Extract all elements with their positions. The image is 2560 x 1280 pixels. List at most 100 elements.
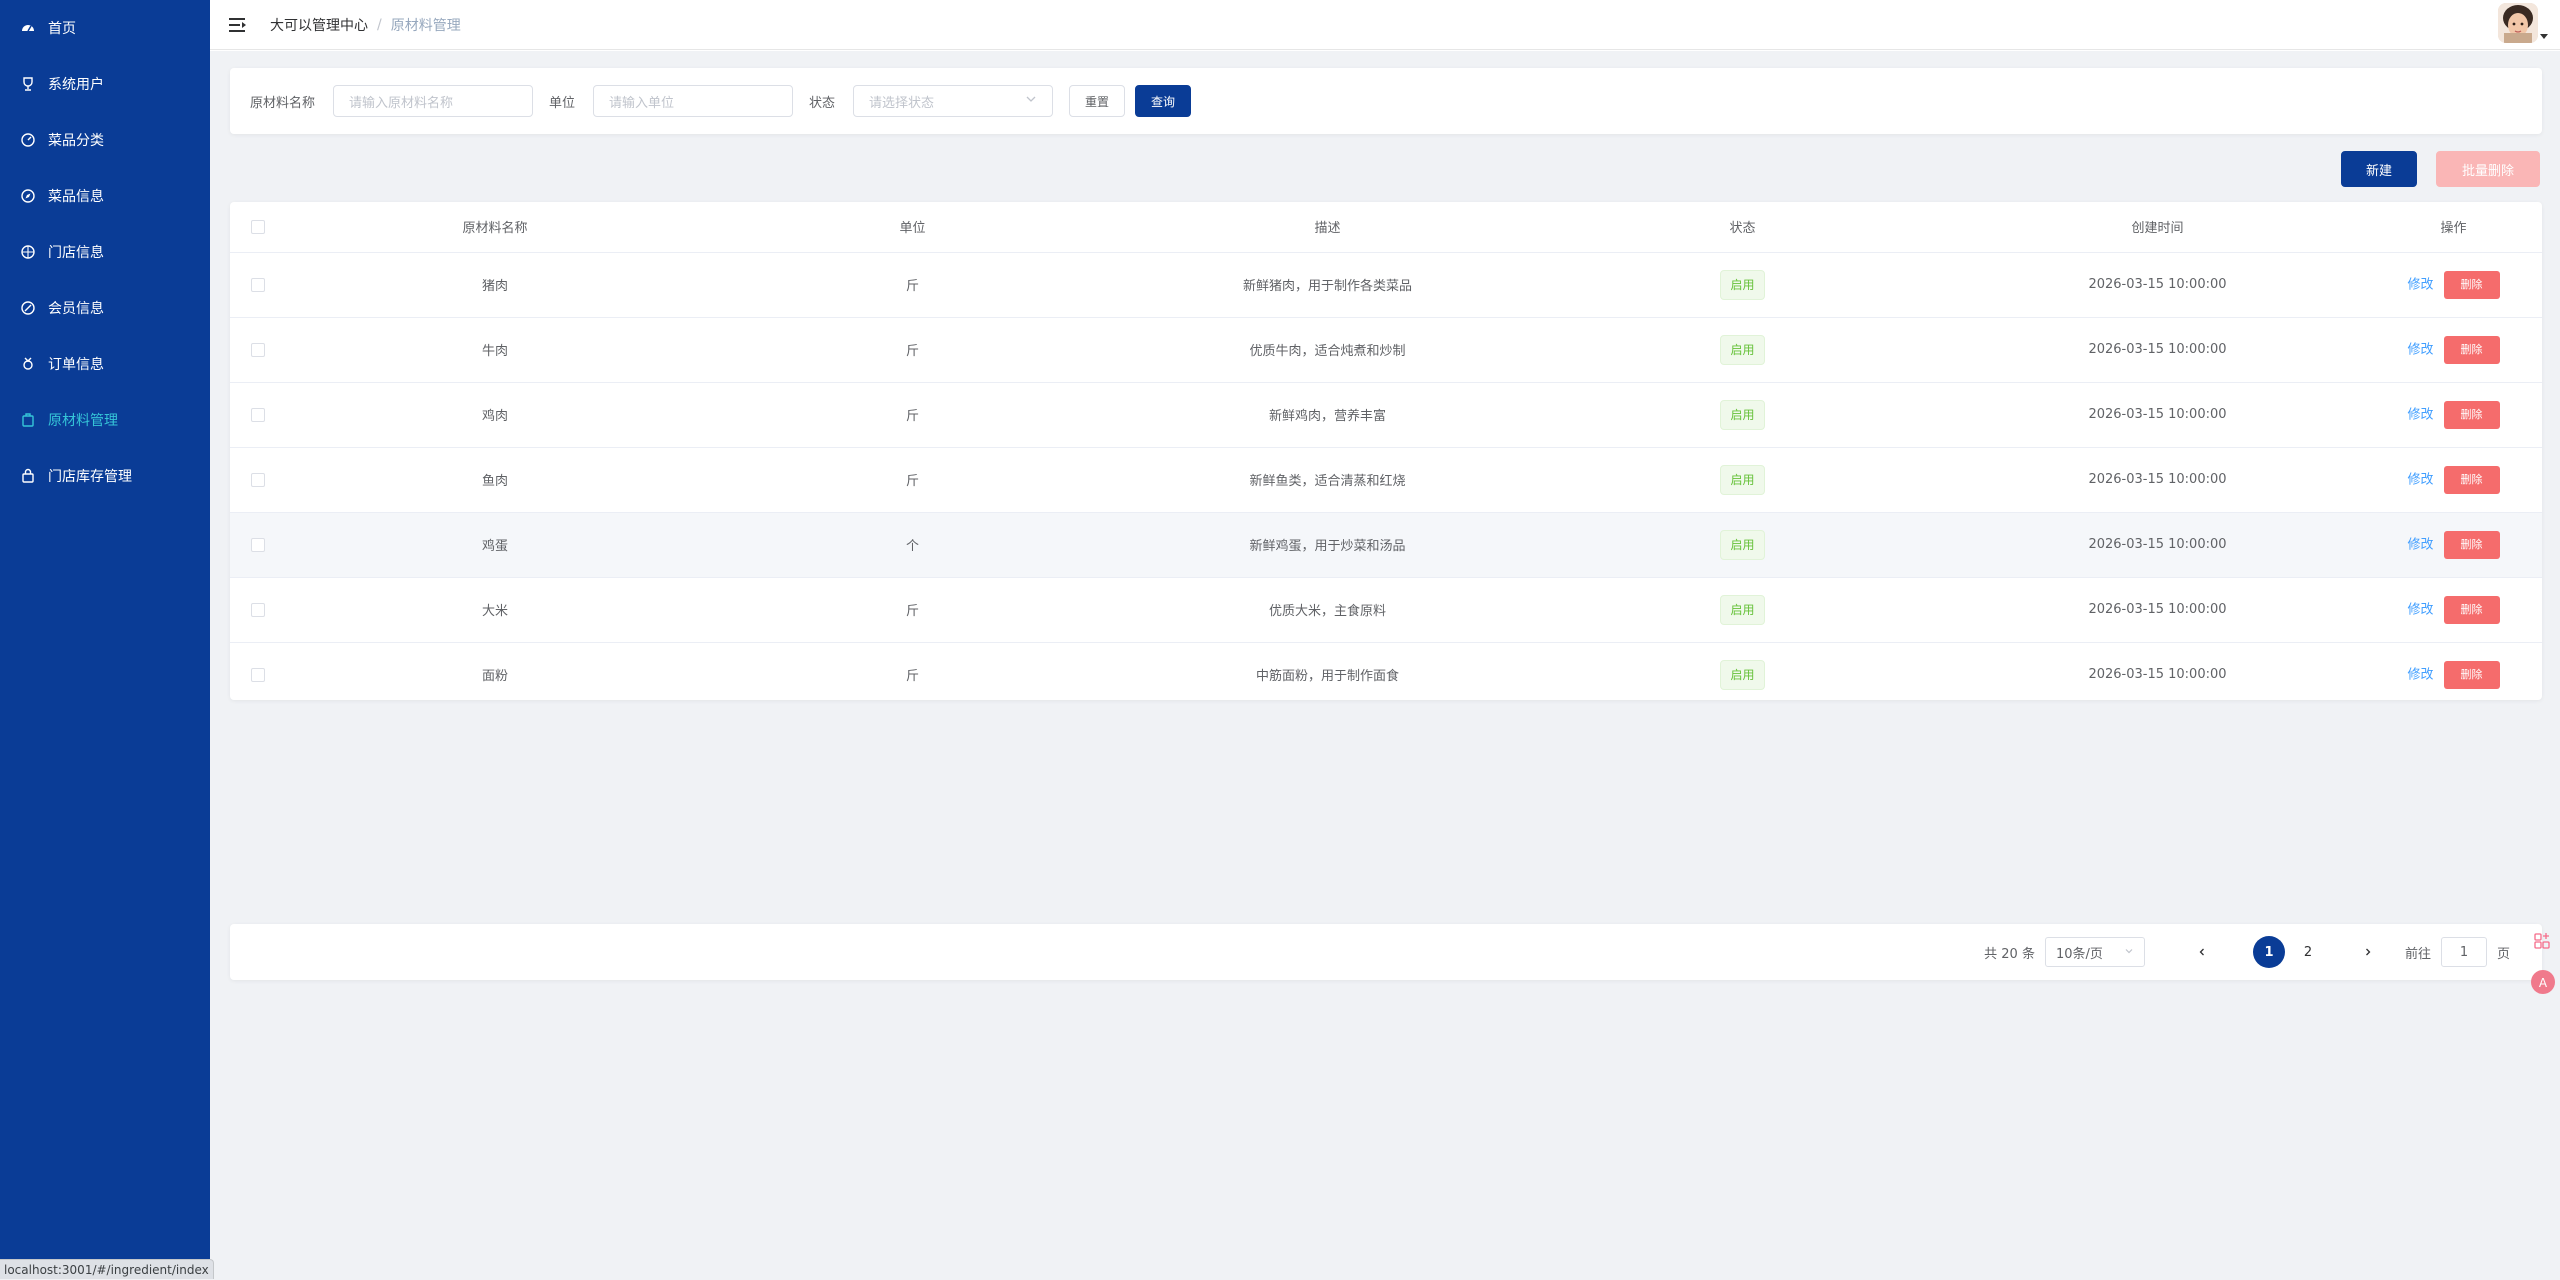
status-badge: 启用 [1720, 270, 1764, 300]
hamburger-icon[interactable] [228, 15, 248, 35]
row-checkbox[interactable] [251, 603, 265, 617]
breadcrumb-current: 原材料管理 [391, 15, 461, 35]
cell-description: 新鲜鸡蛋，用于炒菜和汤品 [1120, 512, 1535, 577]
sidebar-item-8[interactable]: 门店库存管理 [0, 448, 210, 504]
main-area: 大可以管理中心 / 原材料管理 原材料名称 请输入原材料 [210, 0, 2560, 1279]
row-checkbox[interactable] [251, 538, 265, 552]
column-header-description: 描述 [1120, 202, 1535, 252]
cell-name: 大米 [285, 577, 705, 642]
page-number-1[interactable]: 1 [2253, 936, 2285, 968]
new-button[interactable]: 新建 [2341, 151, 2417, 187]
delete-button[interactable]: 删除 [2444, 596, 2500, 624]
page-number-2[interactable]: 2 [2291, 935, 2325, 969]
query-button[interactable]: 查询 [1135, 85, 1191, 117]
sidebar-item-label: 门店信息 [48, 242, 104, 262]
status-badge: 启用 [1720, 530, 1764, 560]
table-row: 牛肉斤优质牛肉，适合炖煮和炒制启用2026-03-15 10:00:00修改删除 [230, 317, 2542, 382]
cell-description: 新鲜鸡肉，营养丰富 [1120, 382, 1535, 447]
floating-tools: A [2530, 931, 2556, 999]
unit-search-input[interactable]: 请输入单位 [593, 85, 793, 117]
cell-actions: 修改删除 [2365, 577, 2542, 642]
table-row: 猪肉斤新鲜猪肉，用于制作各类菜品启用2026-03-15 10:00:00修改删… [230, 252, 2542, 317]
delete-button[interactable]: 删除 [2444, 271, 2500, 299]
chevron-down-icon[interactable] [2540, 34, 2548, 39]
medal-icon [20, 356, 36, 372]
delete-button[interactable]: 删除 [2444, 466, 2500, 494]
cell-name: 鸡肉 [285, 382, 705, 447]
row-checkbox[interactable] [251, 473, 265, 487]
goto-label: 前往 [2405, 943, 2431, 962]
cell-created: 2026-03-15 10:00:00 [1950, 577, 2365, 642]
row-checkbox[interactable] [251, 278, 265, 292]
search-form: 原材料名称 请输入原材料名称 单位 请输入单位 状态 请选择状态 重置 查询 [230, 68, 2542, 134]
table-row: 大米斤优质大米，主食原料启用2026-03-15 10:00:00修改删除 [230, 577, 2542, 642]
edit-link[interactable]: 修改 [2407, 342, 2433, 357]
cell-unit: 斤 [705, 642, 1120, 700]
pagination: 共 20 条 10条/页 1 2 前往 1 [1984, 924, 2510, 980]
breadcrumb-home[interactable]: 大可以管理中心 [270, 15, 368, 35]
sidebar-item-3[interactable]: 菜品信息 [0, 168, 210, 224]
sidebar-item-6[interactable]: 订单信息 [0, 336, 210, 392]
cell-description: 中筋面粉，用于制作面食 [1120, 642, 1535, 700]
reset-button[interactable]: 重置 [1069, 85, 1125, 117]
sidebar-item-5[interactable]: 会员信息 [0, 280, 210, 336]
sidebar-item-4[interactable]: 门店信息 [0, 224, 210, 280]
prev-page-button[interactable] [2185, 935, 2219, 969]
name-search-input[interactable]: 请输入原材料名称 [333, 85, 533, 117]
cell-description: 优质大米，主食原料 [1120, 577, 1535, 642]
edit-link[interactable]: 修改 [2407, 407, 2433, 422]
row-select-cell [230, 252, 285, 317]
column-header-name: 原材料名称 [285, 202, 705, 252]
select-all-checkbox[interactable] [251, 220, 265, 234]
row-checkbox[interactable] [251, 408, 265, 422]
page-suffix: 页 [2497, 943, 2510, 962]
delete-button[interactable]: 删除 [2444, 661, 2500, 689]
sidebar-item-label: 会员信息 [48, 298, 104, 318]
edit-link[interactable]: 修改 [2407, 602, 2433, 617]
goto-page-input[interactable]: 1 [2441, 937, 2487, 967]
cell-status: 启用 [1535, 382, 1950, 447]
sidebar-item-1[interactable]: 系统用户 [0, 56, 210, 112]
edit-link[interactable]: 修改 [2407, 667, 2433, 682]
row-select-cell [230, 512, 285, 577]
table-row: 面粉斤中筋面粉，用于制作面食启用2026-03-15 10:00:00修改删除 [230, 642, 2542, 700]
sidebar-item-label: 菜品分类 [48, 130, 104, 150]
cell-created: 2026-03-15 10:00:00 [1950, 382, 2365, 447]
batch-delete-button[interactable]: 批量删除 [2436, 151, 2540, 187]
page-size-select[interactable]: 10条/页 [2045, 937, 2145, 967]
user-menu[interactable] [2498, 3, 2548, 43]
sidebar-item-label: 菜品信息 [48, 186, 104, 206]
status-select[interactable]: 请选择状态 [853, 85, 1053, 117]
cell-name: 鸡蛋 [285, 512, 705, 577]
status-bar-url: localhost:3001/#/ingredient/index [0, 1259, 214, 1279]
cell-created: 2026-03-15 10:00:00 [1950, 252, 2365, 317]
status-select-placeholder: 请选择状态 [869, 92, 934, 111]
cell-actions: 修改删除 [2365, 317, 2542, 382]
delete-button[interactable]: 删除 [2444, 336, 2500, 364]
link-icon [20, 300, 36, 316]
edit-link[interactable]: 修改 [2407, 472, 2433, 487]
sidebar-item-7[interactable]: 原材料管理 [0, 392, 210, 448]
avatar[interactable] [2498, 3, 2538, 43]
dashboard-icon [20, 20, 36, 36]
delete-button[interactable]: 删除 [2444, 401, 2500, 429]
dial-icon [20, 132, 36, 148]
edit-link[interactable]: 修改 [2407, 277, 2433, 292]
next-page-button[interactable] [2351, 935, 2385, 969]
edit-link[interactable]: 修改 [2407, 537, 2433, 552]
chevron-down-icon [2124, 945, 2134, 960]
status-badge: 启用 [1720, 660, 1764, 690]
sidebar-item-0[interactable]: 首页 [0, 0, 210, 56]
sidebar-item-2[interactable]: 菜品分类 [0, 112, 210, 168]
status-badge: 启用 [1720, 400, 1764, 430]
cell-status: 启用 [1535, 512, 1950, 577]
cell-unit: 斤 [705, 382, 1120, 447]
delete-button[interactable]: 删除 [2444, 531, 2500, 559]
translate-icon[interactable]: A [2530, 969, 2556, 999]
row-checkbox[interactable] [251, 668, 265, 682]
cell-created: 2026-03-15 10:00:00 [1950, 512, 2365, 577]
cell-status: 启用 [1535, 252, 1950, 317]
cell-unit: 斤 [705, 447, 1120, 512]
row-checkbox[interactable] [251, 343, 265, 357]
apps-icon[interactable] [2533, 931, 2553, 955]
